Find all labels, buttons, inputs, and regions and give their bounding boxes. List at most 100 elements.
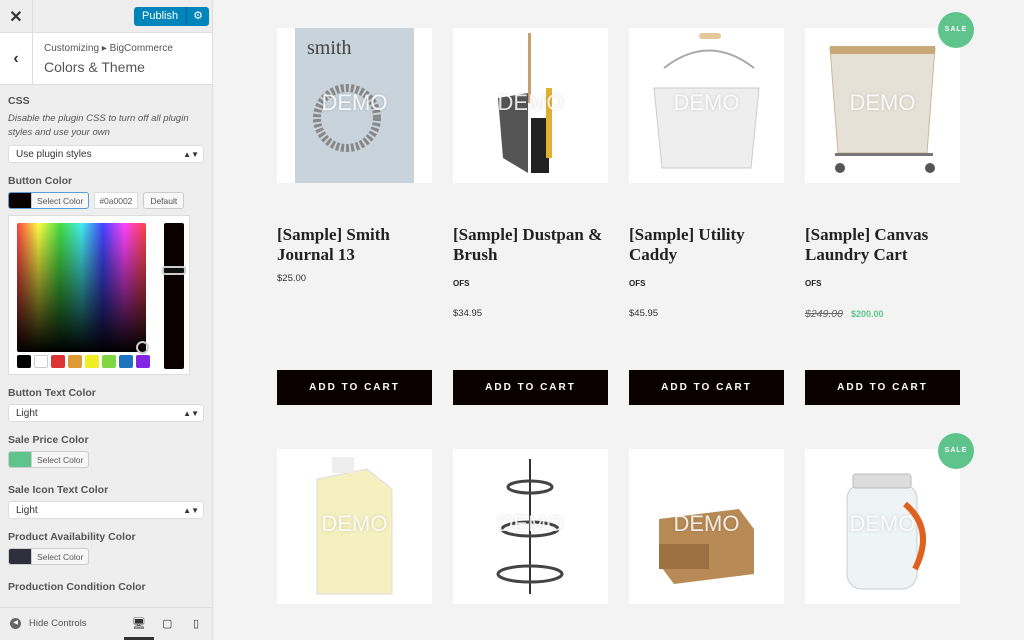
palette-swatch[interactable] xyxy=(85,355,99,368)
color-swatch xyxy=(9,193,31,208)
color-picker-handle[interactable] xyxy=(136,341,149,354)
publish-button-group: Publish ⚙ xyxy=(134,7,209,26)
back-chevron-icon[interactable]: ‹ xyxy=(0,33,33,85)
product-title[interactable]: [Sample] Smith Journal 13 xyxy=(277,225,432,273)
demo-watermark: DEMO xyxy=(673,90,740,115)
product-card: DEMO [Sample] Canvas Laundry Cart OFS $249.… xyxy=(805,28,960,320)
hide-controls-label: Hide Controls xyxy=(29,618,87,629)
product-card: DEMO xyxy=(277,449,432,604)
palette-swatch[interactable] xyxy=(102,355,116,368)
sale-badge: SALE xyxy=(938,433,974,469)
product-price: $34.95 xyxy=(453,308,483,319)
product-image[interactable]: DEMO xyxy=(805,28,960,183)
css-select[interactable]: Use plugin styles ▲▼ xyxy=(8,145,204,163)
product-image[interactable]: DEMO xyxy=(629,28,784,183)
button-color-label: Button Color xyxy=(8,175,73,187)
product-card: DEMO [Sample] Dustpan & Brush OFS $34.95 xyxy=(453,28,608,319)
color-picker xyxy=(8,215,190,375)
condition-color-label: Production Condition Color xyxy=(8,581,146,593)
customizer-footer: ◀ Hide Controls 🖥 ▢ ▯ xyxy=(0,607,212,640)
product-image[interactable]: DEMO xyxy=(453,449,608,604)
add-to-cart-button[interactable]: ADD TO CART xyxy=(277,370,432,405)
sale-icon-text-color-label: Sale Icon Text Color xyxy=(8,484,109,496)
availability-color-select[interactable]: Select Color xyxy=(8,548,90,565)
desktop-preview-icon[interactable]: 🖥 xyxy=(132,617,146,630)
sale-price-color-label: Sale Price Color xyxy=(8,434,89,446)
select-arrows-icon: ▲▼ xyxy=(183,506,199,515)
color-swatch xyxy=(9,549,31,564)
demo-watermark: DEMO xyxy=(849,511,916,536)
palette-swatch[interactable] xyxy=(17,355,31,368)
palette-swatch[interactable] xyxy=(136,355,150,368)
select-color-label: Select Color xyxy=(31,193,88,208)
select-color-label: Select Color xyxy=(31,452,88,467)
palette xyxy=(17,355,150,368)
lightness-slider[interactable] xyxy=(164,223,184,369)
select-value: Light xyxy=(16,505,38,516)
button-text-color-label: Button Text Color xyxy=(8,387,96,399)
customizer-topbar: ✕ Publish ⚙ xyxy=(0,0,212,33)
product-title[interactable]: [Sample] Dustpan & Brush xyxy=(453,225,608,273)
demo-watermark: DEMO xyxy=(673,511,740,536)
product-price: $25.00 xyxy=(277,273,307,284)
section-title: Colors & Theme xyxy=(44,59,145,75)
hex-input[interactable]: #0a0002 xyxy=(94,192,139,209)
palette-swatch[interactable] xyxy=(119,355,133,368)
sale-price-color-select[interactable]: Select Color xyxy=(8,451,90,468)
css-select-value: Use plugin styles xyxy=(16,149,92,160)
product-image[interactable]: DEMO xyxy=(277,449,432,604)
demo-watermark: DEMO xyxy=(321,90,388,115)
color-gradient-square[interactable] xyxy=(17,223,146,352)
svg-text:smith: smith xyxy=(307,37,351,59)
availability-label: OFS xyxy=(805,279,822,288)
customizer-sidebar: ✕ Publish ⚙ ‹ Customizing ▸ BigCommerce … xyxy=(0,0,213,640)
sale-icon-text-color-select[interactable]: Light ▲▼ xyxy=(8,501,204,519)
breadcrumb: Customizing ▸ BigCommerce xyxy=(44,43,173,54)
tablet-preview-icon[interactable]: ▢ xyxy=(162,617,172,630)
product-card: DEMO xyxy=(629,449,784,604)
add-to-cart-button[interactable]: ADD TO CART xyxy=(453,370,608,405)
add-to-cart-button[interactable]: ADD TO CART xyxy=(629,370,784,405)
availability-label: OFS xyxy=(453,279,470,288)
default-button[interactable]: Default xyxy=(143,192,185,209)
css-description: Disable the plugin CSS to turn off all p… xyxy=(8,113,189,138)
gear-icon[interactable]: ⚙ xyxy=(186,7,209,26)
button-color-select[interactable]: Select Color xyxy=(8,192,90,209)
select-arrows-icon: ▲▼ xyxy=(183,409,199,418)
product-image[interactable]: smith DEMO xyxy=(277,28,432,183)
color-swatch xyxy=(9,452,31,467)
product-title[interactable]: [Sample] Canvas Laundry Cart xyxy=(805,225,960,273)
original-price: $249.00 xyxy=(805,308,843,320)
product-title[interactable]: [Sample] Utility Caddy xyxy=(629,225,784,273)
collapse-icon: ◀ xyxy=(10,618,21,629)
availability-color-label: Product Availability Color xyxy=(8,531,136,543)
select-arrows-icon: ▲▼ xyxy=(183,150,199,159)
product-image[interactable]: DEMO xyxy=(629,449,784,604)
product-image[interactable]: DEMO xyxy=(453,28,608,183)
close-icon[interactable]: ✕ xyxy=(0,0,33,33)
demo-watermark: DEMO xyxy=(849,90,916,115)
hide-controls-button[interactable]: ◀ Hide Controls xyxy=(10,618,87,629)
product-card: DEMO xyxy=(805,449,960,604)
button-text-color-select[interactable]: Light ▲▼ xyxy=(8,404,204,422)
select-color-label: Select Color xyxy=(31,549,88,564)
product-price: $45.95 xyxy=(629,308,659,319)
controls-panel: CSS Disable the plugin CSS to turn off a… xyxy=(0,95,212,593)
sale-badge: SALE xyxy=(938,12,974,48)
palette-swatch[interactable] xyxy=(34,355,48,368)
product-card: DEMO xyxy=(453,449,608,604)
section-header: ‹ Customizing ▸ BigCommerce Colors & The… xyxy=(0,33,212,85)
add-to-cart-button[interactable]: ADD TO CART xyxy=(805,370,960,405)
lightness-slider-handle[interactable] xyxy=(162,266,186,275)
demo-watermark: DEMO xyxy=(497,511,564,536)
sale-price: $200.00 xyxy=(850,309,884,319)
css-label: CSS xyxy=(8,95,30,107)
product-image[interactable]: DEMO xyxy=(805,449,960,604)
mobile-preview-icon[interactable]: ▯ xyxy=(193,617,199,630)
publish-button[interactable]: Publish xyxy=(134,7,186,26)
palette-swatch[interactable] xyxy=(68,355,82,368)
demo-watermark: DEMO xyxy=(321,511,388,536)
product-card: smith DEMO [Sample] Smith Journal 13 $25.00 xyxy=(277,28,432,284)
select-value: Light xyxy=(16,408,38,419)
palette-swatch[interactable] xyxy=(51,355,65,368)
